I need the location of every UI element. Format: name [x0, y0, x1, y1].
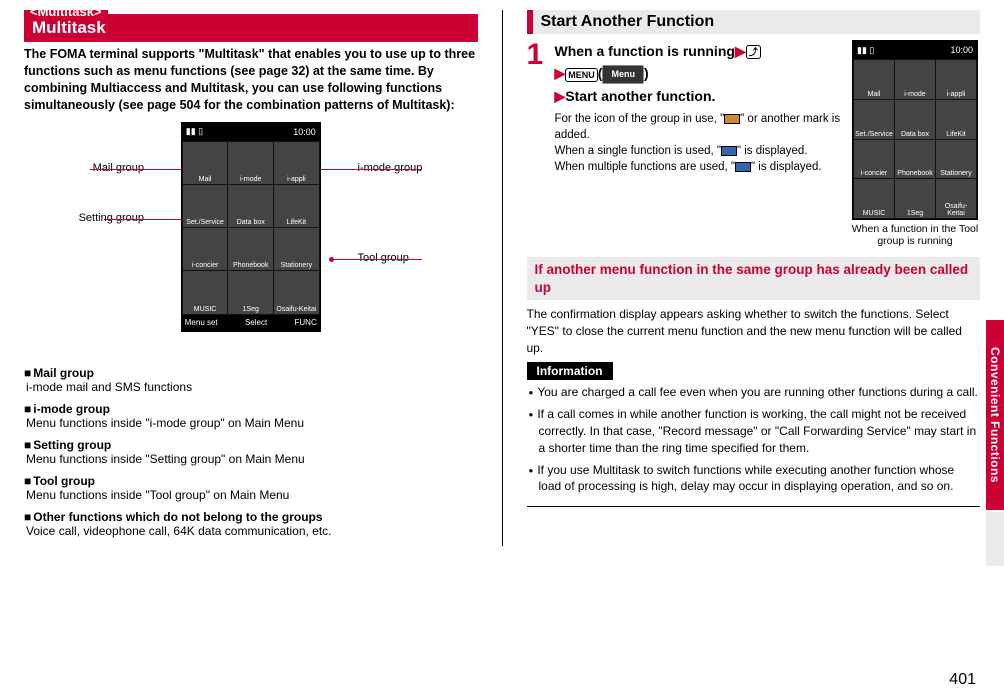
group-item: Setting group Menu functions inside "Set… [24, 438, 478, 466]
group-desc: i-mode mail and SMS functions [26, 380, 478, 394]
signal-icon: ▮▮ ▯ [857, 45, 874, 56]
info-item: You are charged a call fee even when you… [527, 384, 981, 401]
group-item: i-mode group Menu functions inside "i-mo… [24, 402, 478, 430]
menu-cell: i-mode [895, 60, 935, 99]
lead-line [104, 219, 190, 220]
phone-caption: When a function in the Tool group is run… [850, 223, 980, 247]
signal-icon: ▮▮ ▯ [186, 126, 203, 137]
page-number: 401 [949, 671, 976, 689]
arrow-icon: ▶ [555, 88, 566, 104]
menu-button-graphic: Menu [602, 65, 644, 83]
example-phone: ▮▮ ▯ 10:00 Mail i-mode i-appli Set./Serv… [850, 40, 980, 247]
group-desc: Voice call, videophone call, 64K data co… [26, 524, 478, 538]
label-tool-group: Tool group [358, 252, 478, 264]
multi-key-icon: ⤴ [746, 45, 761, 59]
menu-cell: Set./Service [854, 100, 894, 139]
lead-line [90, 169, 190, 170]
group-item: Mail group i-mode mail and SMS functions [24, 366, 478, 394]
group-desc: Menu functions inside "Tool group" on Ma… [26, 488, 478, 502]
group-title: Other functions which do not belong to t… [24, 510, 478, 524]
menu-cell: 1Seg [228, 271, 273, 313]
menu-cell: Stationery [936, 140, 976, 179]
side-tab-extension [986, 512, 1004, 566]
menu-cell: Data box [228, 185, 273, 227]
sub-heading: If another menu function in the same gro… [527, 257, 981, 300]
group-item: Other functions which do not belong to t… [24, 510, 478, 538]
menu-cell: Set./Service [183, 185, 228, 227]
clock-text: 10:00 [293, 127, 316, 137]
label-setting-group: Setting group [24, 212, 144, 224]
arrow-icon: ▶ [735, 43, 746, 59]
step-number: 1 [527, 40, 547, 176]
info-item: If you use Multitask to switch functions… [527, 462, 981, 496]
section-heading: Start Another Function [527, 10, 981, 34]
side-tab: Convenient Functions [986, 320, 1004, 510]
group-title: Mail group [24, 366, 478, 380]
main-heading: Multitask [24, 14, 478, 42]
step-description: For the icon of the group in use, "" or … [555, 111, 843, 175]
phone-diagram: Mail group Setting group i-mode group To… [24, 122, 478, 352]
group-title: i-mode group [24, 402, 478, 416]
group-desc: Menu functions inside "Setting group" on… [26, 452, 478, 466]
label-imode-group: i-mode group [358, 162, 478, 174]
step-title: When a function is running▶⤴ ▶MENU(Menu)… [555, 40, 843, 107]
label-mail-group: Mail group [24, 162, 144, 174]
group-title: Setting group [24, 438, 478, 452]
menu-cell: LifeKit [936, 100, 976, 139]
menu-cell: i-mode [228, 142, 273, 184]
feature-tag: <Multitask> [24, 10, 108, 14]
intro-text: The FOMA terminal supports "Multitask" t… [24, 46, 478, 114]
information-box: Information You are charged a call fee e… [527, 362, 981, 507]
menu-cell: i-appli [936, 60, 976, 99]
menu-cell: Mail [854, 60, 894, 99]
softkey-center: Select [245, 318, 267, 327]
menu-cell: MUSIC [854, 179, 894, 218]
single-task-icon [721, 146, 737, 156]
arrow-icon: ▶ [555, 65, 566, 81]
menu-cell: i-appli [274, 142, 319, 184]
group-item: Tool group Menu functions inside "Tool g… [24, 474, 478, 502]
lead-line [312, 169, 422, 170]
clock-text: 10:00 [950, 45, 973, 55]
menu-cell: Osaifu-Keitai [936, 179, 976, 218]
menu-cell: Phonebook [895, 140, 935, 179]
menu-key-icon: MENU [565, 68, 598, 82]
group-mark-icon [724, 114, 740, 124]
menu-cell: MUSIC [183, 271, 228, 313]
information-label: Information [527, 362, 613, 380]
lead-line [332, 259, 422, 260]
softkey-right: FUNC [295, 318, 317, 327]
group-desc: Menu functions inside "i-mode group" on … [26, 416, 478, 430]
menu-cell: LifeKit [274, 185, 319, 227]
menu-cell: Stationery [274, 228, 319, 270]
menu-cell: i-concier [854, 140, 894, 179]
menu-cell: Mail [183, 142, 228, 184]
menu-cell: Data box [895, 100, 935, 139]
phone-screen: ▮▮ ▯ 10:00 Mail i-mode i-appli Set./Serv… [181, 122, 321, 332]
group-title: Tool group [24, 474, 478, 488]
multi-task-icon [735, 162, 751, 172]
softkey-left: Menu set [185, 318, 218, 327]
step: 1 When a function is running▶⤴ ▶MENU(Men… [527, 40, 843, 176]
sub-paragraph: The confirmation display appears asking … [527, 306, 981, 356]
lead-dot [329, 257, 334, 262]
info-item: If a call comes in while another functio… [527, 406, 981, 456]
column-divider [502, 10, 503, 546]
menu-cell: 1Seg [895, 179, 935, 218]
menu-cell: Phonebook [228, 228, 273, 270]
phone-screen: ▮▮ ▯ 10:00 Mail i-mode i-appli Set./Serv… [852, 40, 978, 220]
menu-cell: i-concier [183, 228, 228, 270]
menu-cell: Osaifu-Keitai [274, 271, 319, 313]
